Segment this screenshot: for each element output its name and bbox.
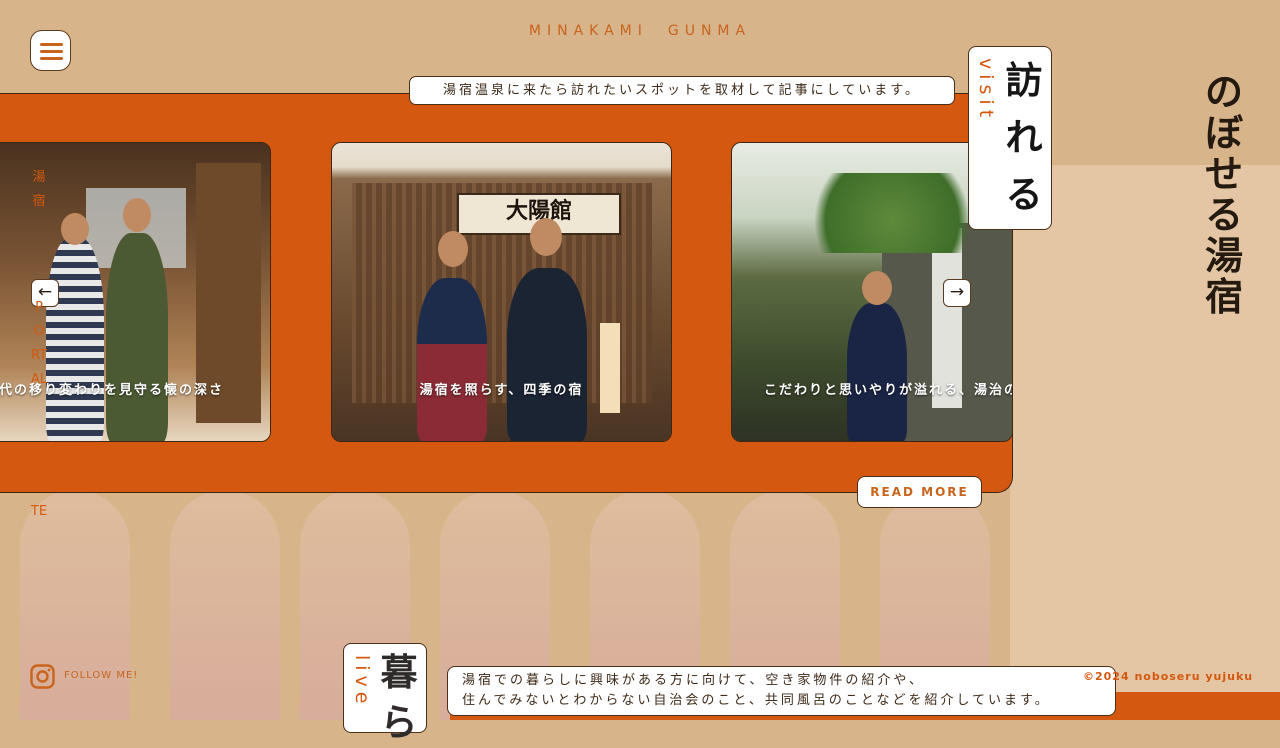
person-head [61,213,89,245]
live-caption: 湯宿での暮らしに興味がある方に向けて、空き家物件の紹介や、 住んでみないとわから… [447,666,1116,716]
person-figure [106,233,168,441]
visit-label-jp: 訪れる [1005,59,1043,216]
person-figure [507,268,587,441]
lamp-decoration [600,323,620,413]
person-head [862,271,892,305]
side-label-portal: PORTAL [30,300,48,387]
hamburger-icon-line [40,50,63,53]
hamburger-icon-line [40,57,63,60]
greenery [792,173,992,253]
region-title: MINAKAMI GUNMA [528,23,752,39]
follow-link[interactable]: FOLLOW ME! [64,670,138,681]
card-title: こだわりと思いやりが溢れる、湯治の [764,383,1013,398]
visit-caption: 湯宿温泉に来たら訪れたいスポットを取材して記事にしています。 [409,76,955,105]
instagram-link[interactable] [30,664,55,693]
person-figure [417,278,487,441]
instagram-icon [30,664,55,689]
hamburger-icon [40,43,63,46]
person-head [530,218,562,256]
person-figure [847,303,907,441]
live-caption-line: 住んでみないとわからない自治会のこと、共同風呂のことなどを紹介しています。 [462,693,1051,708]
visit-label-en: visit [975,58,997,123]
live-label-jp: 暮ら [380,651,418,744]
live-label-en: live [351,655,373,709]
person-head [438,231,468,267]
article-card[interactable]: 大陽館 湯宿を照らす、四季の宿 [331,142,672,442]
steam-decoration [170,490,280,720]
card-title: 湯宿を照らす、四季の宿 [419,383,584,398]
next-button[interactable]: → [943,279,971,307]
arrow-right-icon: → [949,282,965,302]
side-label-tail: TE [30,504,48,519]
site-logo[interactable]: のぼせる湯宿 [1200,72,1248,318]
copyright: ©2024 noboseru yujuku [1083,670,1254,683]
person-figure [46,238,104,441]
side-label-top: 湯宿 [32,170,46,209]
person-head [123,198,151,232]
read-more-button[interactable]: READ MORE [857,476,982,508]
live-caption-line: 湯宿での暮らしに興味がある方に向けて、空き家物件の紹介や、 [462,673,925,688]
menu-button[interactable] [30,30,71,71]
